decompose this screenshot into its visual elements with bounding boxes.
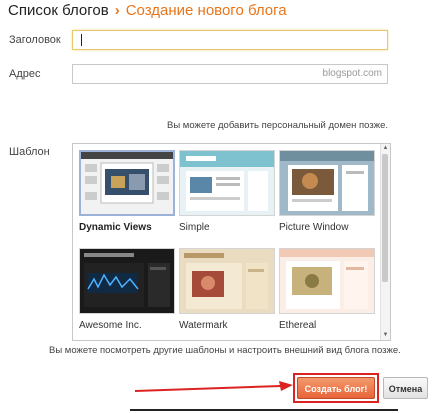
template-thumbnail: [79, 150, 175, 216]
address-label: Адрес: [9, 68, 41, 80]
breadcrumb-blog-list-link[interactable]: Список блогов: [8, 2, 109, 19]
template-thumbnail: [179, 150, 275, 216]
page-title: Создание нового блога: [125, 2, 287, 19]
breadcrumb: Список блогов › Создание нового блога: [8, 2, 287, 19]
divider: [130, 409, 398, 411]
template-thumbnail: [279, 248, 375, 314]
template-awesome-inc[interactable]: Awesome Inc.: [79, 248, 175, 331]
breadcrumb-separator: ›: [114, 2, 120, 19]
template-name: Simple: [179, 222, 210, 233]
address-input[interactable]: blogspot.com: [72, 64, 388, 84]
template-scrollbar[interactable]: ▲ ▼: [380, 144, 390, 340]
template-ethereal[interactable]: Ethereal: [279, 248, 375, 331]
template-name: Ethereal: [279, 320, 317, 331]
template-label: Шаблон: [9, 146, 50, 158]
arrow-annotation-icon: [135, 381, 293, 392]
scroll-down-icon[interactable]: ▼: [381, 331, 390, 340]
templates-note: Вы можете посмотреть другие шаблоны и на…: [49, 345, 401, 356]
template-gallery: Dynamic Views Simple Picture Window Awes…: [72, 143, 391, 341]
create-blog-button[interactable]: Создать блог!: [297, 377, 375, 399]
template-picture-window[interactable]: Picture Window: [279, 150, 375, 233]
template-watermark[interactable]: Watermark: [179, 248, 275, 331]
template-simple[interactable]: Simple: [179, 150, 275, 233]
title-input[interactable]: [72, 30, 388, 50]
template-thumbnail: [279, 150, 375, 216]
template-name: Dynamic Views: [79, 222, 152, 233]
template-thumbnail: [179, 248, 275, 314]
scroll-thumb[interactable]: [382, 154, 388, 282]
template-name: Watermark: [179, 320, 228, 331]
domain-note: Вы можете добавить персональный домен по…: [166, 120, 388, 131]
template-dynamic-views[interactable]: Dynamic Views: [79, 150, 175, 233]
template-name: Awesome Inc.: [79, 320, 142, 331]
template-thumbnail: [79, 248, 175, 314]
title-label: Заголовок: [9, 34, 61, 46]
text-caret: [81, 34, 82, 46]
cancel-button[interactable]: Отмена: [383, 377, 428, 399]
scroll-up-icon[interactable]: ▲: [381, 144, 390, 153]
address-suffix: blogspot.com: [322, 68, 382, 79]
template-name: Picture Window: [279, 222, 349, 233]
